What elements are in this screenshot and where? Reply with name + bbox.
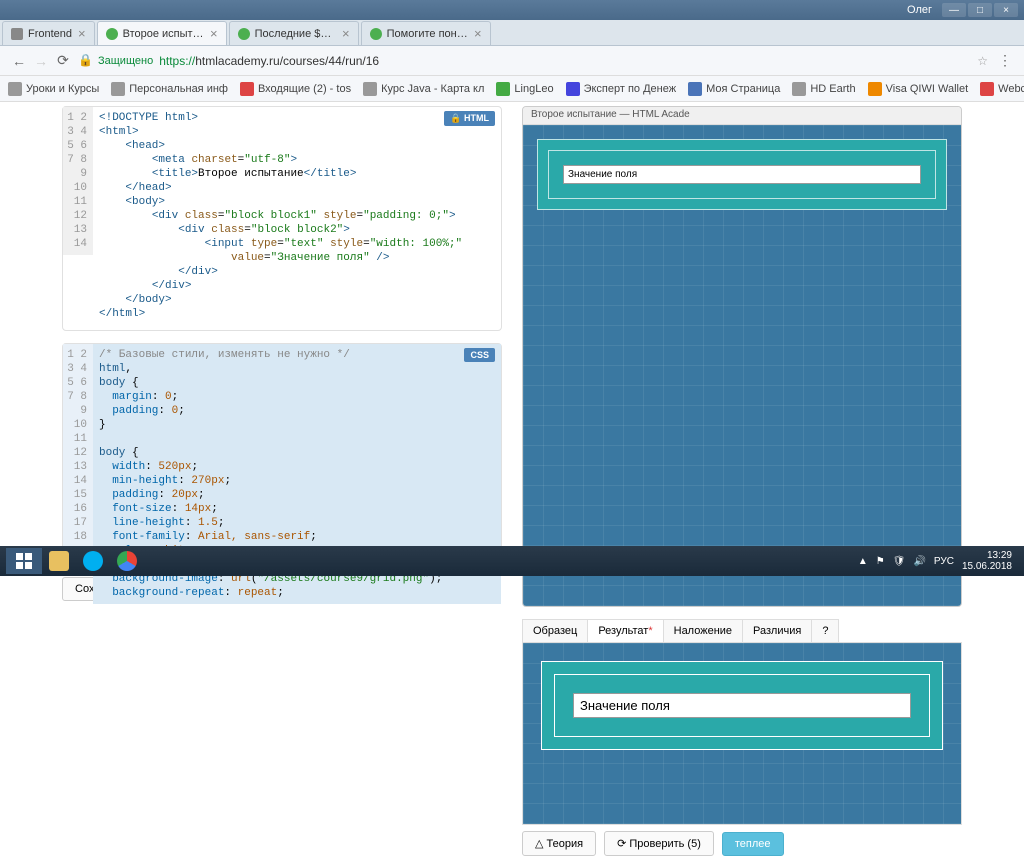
tab-sample[interactable]: Образец [522, 619, 588, 642]
date: 15.06.2018 [962, 561, 1012, 572]
html-editor-panel[interactable]: 🔒 HTML 1 2 3 4 5 6 7 8 9 10 11 12 13 14 … [62, 106, 502, 331]
tab-icon [370, 28, 382, 40]
bookmark-item[interactable]: Персональная инф [111, 82, 228, 96]
check-button[interactable]: ⟳ Проверить (5) [604, 831, 714, 856]
tab-result[interactable]: Результат* [587, 619, 663, 642]
task-skype[interactable] [76, 548, 110, 574]
bookmark-item[interactable]: Webcam Toy [980, 82, 1024, 96]
warmer-button[interactable]: теплее [722, 832, 784, 856]
preview-actions: △ Теория ⟳ Проверить (5) теплее [522, 825, 962, 862]
bookmark-star-icon[interactable]: ☆ [977, 54, 988, 68]
preview-input[interactable] [563, 165, 921, 184]
bookmark-item[interactable]: Эксперт по Денеж [566, 82, 677, 96]
bookmark-item[interactable]: Курс Java - Карта кл [363, 82, 484, 96]
bookmark-item[interactable]: Уроки и Курсы [8, 82, 99, 96]
windows-icon [16, 553, 32, 569]
bookmark-icon [240, 82, 254, 96]
maximize-button[interactable]: □ [968, 3, 992, 17]
preview-block1 [537, 139, 947, 210]
bookmark-icon [868, 82, 882, 96]
tray-icon[interactable]: 🛡 [893, 556, 906, 567]
html-badge: 🔒 HTML [444, 111, 495, 126]
browser-tab[interactable]: Frontend × [2, 21, 95, 45]
address-bar: ← → ⟳ 🔒 Защищено https://htmlacademy.ru/… [0, 46, 1024, 76]
secure-label: Защищено [98, 55, 153, 67]
line-gutter: 1 2 3 4 5 6 7 8 9 10 11 12 13 14 [63, 107, 93, 255]
close-icon[interactable]: × [78, 26, 86, 41]
user-name: Олег [907, 4, 932, 16]
theory-button[interactable]: △ Теория [522, 831, 596, 856]
tray-icon[interactable]: 🔊 [913, 556, 925, 567]
bookmark-icon [566, 82, 580, 96]
lock-icon: 🔒 [78, 53, 94, 69]
sample-block1 [541, 661, 943, 750]
sample-body [522, 643, 962, 825]
menu-icon[interactable]: ⋮ [994, 50, 1016, 72]
tab-label: Frontend [28, 28, 72, 40]
url-field[interactable]: https://htmlacademy.ru/courses/44/run/16 [159, 54, 971, 68]
sample-block2 [554, 674, 930, 737]
close-window-button[interactable]: × [994, 3, 1018, 17]
forward-button[interactable]: → [30, 50, 52, 72]
task-chrome[interactable] [110, 548, 144, 574]
tab-icon [11, 28, 23, 40]
reload-button[interactable]: ⟳ [52, 50, 74, 72]
tab-label: Второе испытание — Бл [123, 28, 204, 40]
tab-label: Помогите понять шири [387, 28, 468, 40]
minimize-button[interactable]: — [942, 3, 966, 17]
system-tray[interactable]: ▲ ⚑ 🛡 🔊 РУС 13:29 15.06.2018 [858, 550, 1018, 572]
tab-label: Последние $10. Блочна [255, 28, 336, 40]
browser-tab-active[interactable]: Второе испытание — Бл × [97, 21, 227, 45]
clock[interactable]: 13:29 15.06.2018 [962, 550, 1018, 572]
bookmarks-bar: Уроки и Курсы Персональная инф Входящие … [0, 76, 1024, 102]
start-button[interactable] [6, 548, 42, 574]
close-icon[interactable]: × [474, 26, 482, 41]
tab-overlay[interactable]: Наложение [663, 619, 743, 642]
bookmark-icon [111, 82, 125, 96]
close-icon[interactable]: × [342, 26, 350, 41]
bookmark-icon [688, 82, 702, 96]
browser-tab[interactable]: Последние $10. Блочна × [229, 21, 359, 45]
line-gutter: 1 2 3 4 5 6 7 8 9 10 11 12 13 14 15 16 1… [63, 344, 93, 548]
bookmark-icon [8, 82, 22, 96]
tab-icon [238, 28, 250, 40]
sample-input[interactable] [573, 693, 911, 718]
browser-tab[interactable]: Помогите понять шири × [361, 21, 491, 45]
html-code[interactable]: <!DOCTYPE html> <html> <head> <meta char… [93, 107, 501, 325]
tab-diff[interactable]: Различия [742, 619, 812, 642]
sample-panel: Образец Результат* Наложение Различия ? [522, 619, 962, 825]
time: 13:29 [962, 550, 1012, 561]
language-indicator[interactable]: РУС [934, 556, 954, 567]
preview-body [523, 125, 961, 606]
bookmark-icon [792, 82, 806, 96]
tab-help[interactable]: ? [811, 619, 839, 642]
windows-taskbar: ▲ ⚑ 🛡 🔊 РУС 13:29 15.06.2018 [0, 546, 1024, 576]
back-button[interactable]: ← [8, 50, 30, 72]
page-content: 🔒 HTML 1 2 3 4 5 6 7 8 9 10 11 12 13 14 … [0, 102, 1024, 546]
css-editor-panel[interactable]: CSS 1 2 3 4 5 6 7 8 9 10 11 12 13 14 15 … [62, 343, 502, 558]
bookmark-icon [496, 82, 510, 96]
bookmark-item[interactable]: LingLeo [496, 82, 553, 96]
preview-result-panel: Второе испытание — HTML Acade [522, 106, 962, 607]
bookmark-item[interactable]: HD Earth [792, 82, 855, 96]
tray-icon[interactable]: ▲ [858, 556, 868, 567]
bookmark-item[interactable]: Моя Страница [688, 82, 780, 96]
browser-tabbar: Frontend × Второе испытание — Бл × После… [0, 20, 1024, 46]
bookmark-item[interactable]: Входящие (2) - tos [240, 82, 351, 96]
preview-block2 [548, 150, 936, 199]
tab-icon [106, 28, 118, 40]
preview-title: Второе испытание — HTML Acade [523, 107, 961, 125]
window-titlebar: Олег — □ × [0, 0, 1024, 20]
bookmark-icon [980, 82, 994, 96]
tray-icon[interactable]: ⚑ [876, 556, 885, 567]
close-icon[interactable]: × [210, 26, 218, 41]
task-explorer[interactable] [42, 548, 76, 574]
bookmark-icon [363, 82, 377, 96]
preview-tabs: Образец Результат* Наложение Различия ? [522, 619, 962, 643]
bookmark-item[interactable]: Visa QIWI Wallet [868, 82, 969, 96]
css-badge: CSS [464, 348, 495, 362]
